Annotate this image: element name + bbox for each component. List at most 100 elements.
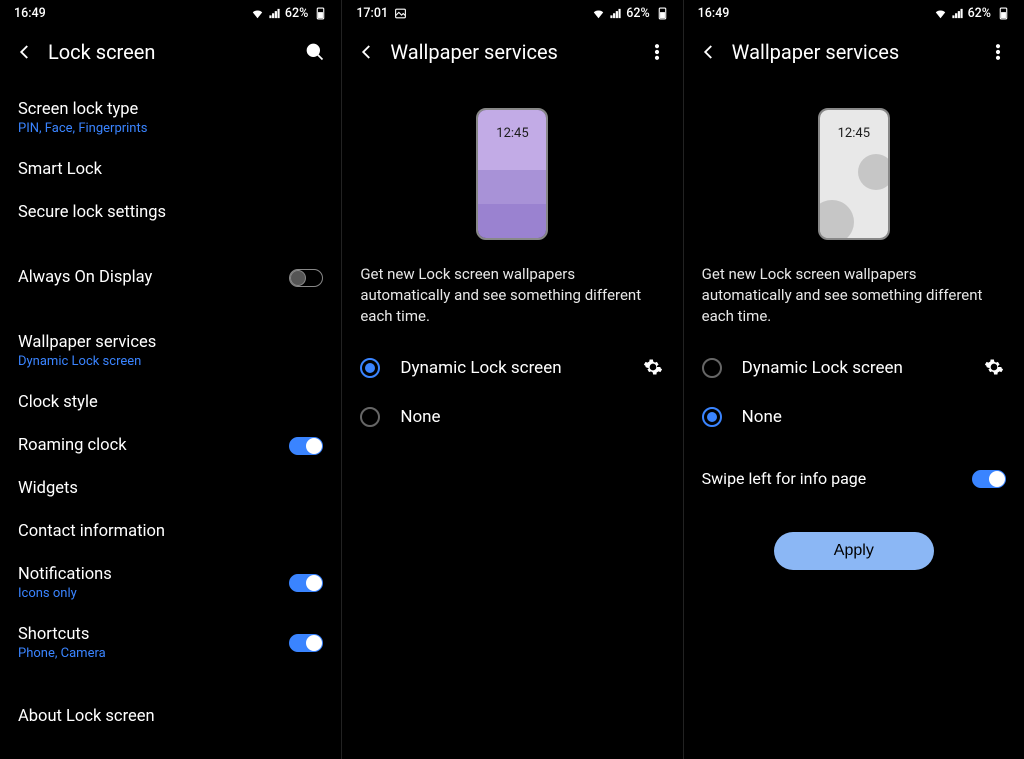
item-title: Contact information (18, 522, 323, 541)
search-icon (305, 42, 325, 62)
item-sub: PIN, Face, Fingerprints (18, 121, 323, 136)
item-sub: Phone, Camera (18, 646, 289, 661)
status-bar: 16:49 62% (0, 0, 341, 26)
header: Lock screen (0, 26, 341, 84)
item-smart-lock[interactable]: Smart Lock (0, 148, 341, 191)
signal-icon (268, 7, 281, 20)
option-none[interactable]: None (342, 393, 682, 441)
description: Get new Lock screen wallpapers automatic… (684, 258, 1024, 343)
item-title: Roaming clock (18, 436, 289, 455)
signal-icon (951, 7, 964, 20)
preview-clock: 12:45 (820, 126, 888, 141)
item-title: Wallpaper services (18, 333, 323, 352)
item-title: About Lock screen (18, 707, 323, 726)
panel-wallpaper-services-dynamic: 17:01 62% Wallpaper services 12:45 Get n… (341, 0, 682, 759)
page-title: Wallpaper services (390, 40, 644, 64)
item-title: Clock style (18, 393, 323, 412)
phone-preview: 12:45 (818, 108, 890, 240)
status-battery-pct: 62% (285, 6, 308, 21)
more-vertical-icon (988, 42, 1008, 62)
radio-icon (702, 358, 722, 378)
swipe-info-toggle[interactable] (972, 470, 1006, 488)
option-label: None (742, 407, 1006, 427)
more-button[interactable] (645, 40, 669, 64)
back-button[interactable] (698, 41, 720, 63)
item-clock-style[interactable]: Clock style (0, 381, 341, 424)
item-wallpaper-services[interactable]: Wallpaper services Dynamic Lock screen (0, 321, 341, 381)
item-title: Secure lock settings (18, 203, 323, 222)
item-secure-lock-settings[interactable]: Secure lock settings (0, 191, 341, 234)
gear-icon (643, 357, 663, 377)
item-notifications[interactable]: Notifications Icons only (0, 553, 341, 613)
preview: 12:45 (342, 84, 682, 258)
search-button[interactable] (303, 40, 327, 64)
item-contact-information[interactable]: Contact information (0, 510, 341, 553)
roaming-clock-toggle[interactable] (289, 437, 323, 455)
dynamic-settings-button[interactable] (643, 357, 665, 379)
description: Get new Lock screen wallpapers automatic… (342, 258, 682, 343)
status-bar: 17:01 62% (342, 0, 682, 26)
item-sub: Icons only (18, 586, 289, 601)
gear-icon (984, 357, 1004, 377)
status-battery-pct: 62% (626, 6, 649, 21)
dynamic-settings-button[interactable] (984, 357, 1006, 379)
header: Wallpaper services (684, 26, 1024, 84)
status-battery-pct: 62% (968, 6, 991, 21)
header: Wallpaper services (342, 26, 682, 84)
wifi-icon (251, 7, 264, 20)
item-title: Always On Display (18, 268, 289, 287)
option-label: Dynamic Lock screen (742, 358, 984, 378)
wifi-icon (934, 7, 947, 20)
item-shortcuts[interactable]: Shortcuts Phone, Camera (0, 613, 341, 673)
option-dynamic-lock-screen[interactable]: Dynamic Lock screen (342, 343, 682, 393)
radio-icon (702, 407, 722, 427)
battery-icon (997, 7, 1010, 20)
option-none[interactable]: None (684, 393, 1024, 441)
status-time: 16:49 (14, 6, 46, 21)
notifications-toggle[interactable] (289, 574, 323, 592)
status-time: 17:01 (356, 6, 388, 21)
battery-icon (314, 7, 327, 20)
page-title: Wallpaper services (732, 40, 986, 64)
status-bar: 16:49 62% (684, 0, 1024, 26)
item-screen-lock-type[interactable]: Screen lock type PIN, Face, Fingerprints (0, 88, 341, 148)
preview-clock: 12:45 (478, 126, 546, 141)
item-title: Notifications (18, 565, 289, 584)
page-title: Lock screen (48, 40, 303, 64)
settings-list: Screen lock type PIN, Face, Fingerprints… (0, 84, 341, 742)
option-label: None (400, 407, 664, 427)
aod-toggle[interactable] (289, 269, 323, 287)
signal-icon (609, 7, 622, 20)
option-label: Dynamic Lock screen (400, 358, 642, 378)
panel-lock-screen: 16:49 62% Lock screen Screen lock type P… (0, 0, 341, 759)
item-sub: Dynamic Lock screen (18, 354, 323, 369)
chevron-left-icon (358, 43, 376, 61)
radio-icon (360, 358, 380, 378)
back-button[interactable] (14, 41, 36, 63)
panel-wallpaper-services-none: 16:49 62% Wallpaper services 12:45 Get n… (683, 0, 1024, 759)
item-title: Shortcuts (18, 625, 289, 644)
apply-button[interactable]: Apply (774, 532, 934, 570)
more-button[interactable] (986, 40, 1010, 64)
item-always-on-display[interactable]: Always On Display (0, 256, 341, 299)
swipe-info-row[interactable]: Swipe left for info page (684, 455, 1024, 502)
item-title: Widgets (18, 479, 323, 498)
radio-icon (360, 407, 380, 427)
chevron-left-icon (16, 43, 34, 61)
wifi-icon (592, 7, 605, 20)
item-title: Smart Lock (18, 160, 323, 179)
option-dynamic-lock-screen[interactable]: Dynamic Lock screen (684, 343, 1024, 393)
more-vertical-icon (647, 42, 667, 62)
phone-preview: 12:45 (476, 108, 548, 240)
item-title: Screen lock type (18, 100, 323, 119)
swipe-info-label: Swipe left for info page (702, 469, 972, 488)
item-widgets[interactable]: Widgets (0, 467, 341, 510)
picture-icon (394, 7, 407, 20)
item-about-lock-screen[interactable]: About Lock screen (0, 695, 341, 738)
chevron-left-icon (700, 43, 718, 61)
shortcuts-toggle[interactable] (289, 634, 323, 652)
back-button[interactable] (356, 41, 378, 63)
status-time: 16:49 (698, 6, 730, 21)
item-roaming-clock[interactable]: Roaming clock (0, 424, 341, 467)
preview: 12:45 (684, 84, 1024, 258)
